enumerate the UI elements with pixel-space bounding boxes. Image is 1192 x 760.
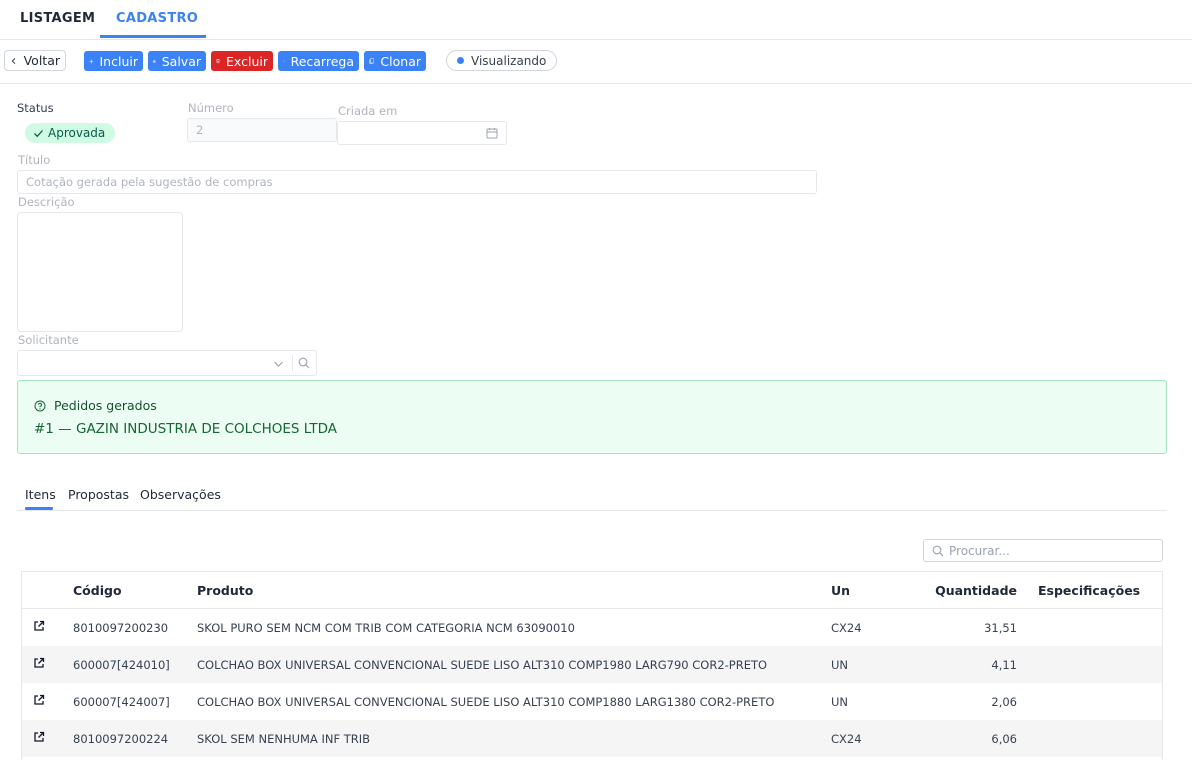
numero-label: Número <box>188 101 234 115</box>
mode-label: Visualizando <box>471 53 547 68</box>
numero-value: 2 <box>196 123 204 137</box>
search-placeholder: Procurar... <box>949 543 1010 558</box>
active-tab-indicator <box>100 35 206 38</box>
criada-em-field[interactable] <box>337 121 507 145</box>
cell-un: CX24 <box>831 732 862 746</box>
cell-codigo: 8010097200230 <box>73 621 169 635</box>
select-divider <box>292 355 293 371</box>
pedidos-gerados-panel: Pedidos gerados #1 — GAZIN INDUSTRIA DE … <box>17 380 1167 454</box>
recarrega-button[interactable]: Recarrega <box>278 51 359 71</box>
cell-un: UN <box>831 658 849 672</box>
table-row[interactable]: 8010097200224 SKOL SEM NENHUMA INF TRIB … <box>22 720 1162 757</box>
external-link-icon[interactable] <box>33 620 45 635</box>
salvar-button[interactable]: Salvar <box>148 51 206 71</box>
status-badge: Aprovada <box>25 123 116 143</box>
solicitante-label: Solicitante <box>18 333 79 347</box>
cell-un: CX24 <box>831 621 862 635</box>
search-icon[interactable] <box>298 357 310 369</box>
cell-produto: SKOL SEM NENHUMA INF TRIB <box>197 732 371 746</box>
trash-icon <box>216 58 220 64</box>
status-dot-icon <box>457 57 464 64</box>
cell-produto: COLCHAO BOX UNIVERSAL CONVENCIONAL SUEDE… <box>197 658 768 672</box>
status-value: Aprovada <box>48 126 106 140</box>
pedido-link[interactable]: #1 — GAZIN INDUSTRIA DE COLCHOES LTDA <box>34 421 337 437</box>
excluir-button[interactable]: Excluir <box>211 51 273 71</box>
pedidos-header: Pedidos gerados <box>34 398 157 413</box>
solicitante-select[interactable] <box>17 350 317 376</box>
tab-itens[interactable]: Itens <box>25 487 56 502</box>
tab-propostas[interactable]: Propostas <box>68 487 129 502</box>
search-icon <box>932 545 944 556</box>
column-quantidade[interactable]: Quantidade <box>912 583 1017 598</box>
calendar-icon[interactable] <box>486 127 498 139</box>
table-row[interactable]: 8010097200230 SKOL PURO SEM NCM COM TRIB… <box>22 609 1162 646</box>
cell-codigo: 600007[424010] <box>73 658 170 672</box>
refresh-icon <box>283 60 285 62</box>
titulo-field[interactable]: Cotação gerada pela sugestão de compras <box>17 170 817 194</box>
clonar-label: Clonar <box>380 53 421 69</box>
cell-produto: COLCHAO BOX UNIVERSAL CONVENCIONAL SUEDE… <box>197 695 775 709</box>
cell-produto: SKOL PURO SEM NCM COM TRIB COM CATEGORIA… <box>197 621 575 635</box>
voltar-label: Voltar <box>23 53 60 68</box>
recarrega-label: Recarrega <box>290 53 354 69</box>
items-table: Código Produto Un Quantidade Especificaç… <box>21 571 1163 760</box>
status-label: Status <box>17 101 54 115</box>
toolbar: Voltar Incluir Salvar Excluir Recarrega … <box>0 40 1192 84</box>
table-header: Código Produto Un Quantidade Especificaç… <box>22 572 1162 609</box>
tab-listagem[interactable]: LISTAGEM <box>20 11 95 26</box>
cell-quantidade: 2,06 <box>991 695 1017 709</box>
voltar-button[interactable]: Voltar <box>4 50 66 71</box>
external-link-icon[interactable] <box>33 694 45 709</box>
cell-quantidade: 31,51 <box>984 621 1017 635</box>
cell-quantidade: 6,06 <box>991 732 1017 746</box>
save-icon <box>153 59 156 63</box>
titulo-value: Cotação gerada pela sugestão de compras <box>26 175 273 189</box>
search-input[interactable]: Procurar... <box>923 539 1163 562</box>
sub-tabs: Itens Propostas Observações <box>17 480 1167 511</box>
table-row[interactable]: 600007[424010] COLCHAO BOX UNIVERSAL CON… <box>22 646 1162 683</box>
external-link-icon[interactable] <box>33 657 45 672</box>
help-circle-icon <box>34 400 46 411</box>
chevron-down-icon[interactable] <box>273 359 284 369</box>
mode-indicator: Visualizando <box>446 50 558 71</box>
descricao-textarea[interactable] <box>17 212 183 332</box>
excluir-label: Excluir <box>226 53 268 69</box>
column-un[interactable]: Un <box>831 583 850 598</box>
check-icon <box>34 129 43 137</box>
pedidos-header-label: Pedidos gerados <box>54 398 157 413</box>
descricao-label: Descrição <box>18 195 75 209</box>
column-especificacoes[interactable]: Especificações <box>1038 583 1140 598</box>
copy-icon <box>369 58 375 64</box>
cell-quantidade: 4,11 <box>991 658 1017 672</box>
top-navigation: LISTAGEM CADASTRO <box>0 0 1192 40</box>
criada-em-label: Criada em <box>338 104 398 118</box>
column-produto[interactable]: Produto <box>197 583 253 598</box>
clonar-button[interactable]: Clonar <box>364 51 426 71</box>
numero-field[interactable]: 2 <box>187 118 337 142</box>
column-codigo[interactable]: Código <box>73 583 122 598</box>
tab-observacoes[interactable]: Observações <box>140 487 221 502</box>
tab-cadastro[interactable]: CADASTRO <box>116 11 198 26</box>
cell-un: UN <box>831 695 849 709</box>
salvar-label: Salvar <box>161 53 201 69</box>
incluir-button[interactable]: Incluir <box>84 51 143 71</box>
cell-codigo: 8010097200224 <box>73 732 169 746</box>
plus-icon <box>89 59 94 63</box>
table-row[interactable]: 600007[424007] COLCHAO BOX UNIVERSAL CON… <box>22 683 1162 720</box>
cell-codigo: 600007[424007] <box>73 695 170 709</box>
external-link-icon[interactable] <box>33 731 45 746</box>
active-subtab-indicator <box>25 507 53 510</box>
chevron-left-icon <box>11 57 16 64</box>
incluir-label: Incluir <box>99 53 139 69</box>
titulo-label: Título <box>18 153 51 167</box>
